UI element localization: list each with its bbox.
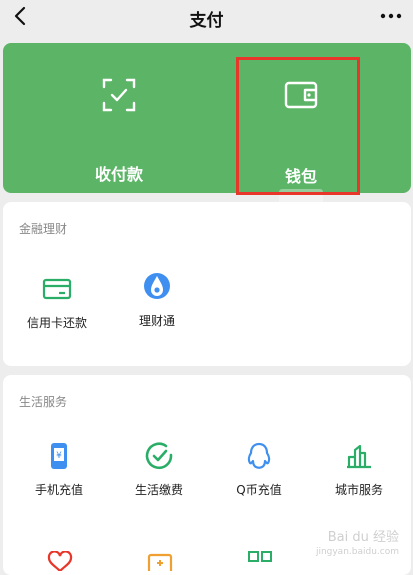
svg-text:¥: ¥ (56, 451, 62, 461)
more-icon[interactable] (379, 6, 403, 26)
licaitong-label: 理财通 (138, 314, 175, 328)
licaitong-item[interactable]: 理财通 (107, 270, 207, 329)
qcoin-recharge-item[interactable]: Q币充值 (209, 441, 309, 498)
city-icon (347, 444, 371, 469)
credit-card-repay-label: 信用卡还款 (26, 316, 87, 330)
watermark: Bai du 经验 jingyan.baidu.com (316, 531, 399, 559)
city-service-label: 城市服务 (334, 483, 383, 497)
heart-icon (47, 551, 73, 571)
utility-payment-label: 生活缴费 (134, 483, 183, 497)
check-leaf-icon (145, 442, 173, 470)
page-title: 支付 (189, 11, 224, 31)
phone-recharge-label: 手机充值 (34, 483, 83, 497)
receive-pay-button[interactable]: 收付款 (17, 43, 221, 193)
top-nav-bar: 支付 (0, 0, 413, 34)
credit-card-repay-item[interactable]: 信用卡还款 (7, 274, 107, 331)
watermark-brand: Bai du 经验 (327, 530, 399, 545)
city-service-item[interactable]: 城市服务 (309, 441, 409, 498)
drop-icon (144, 273, 170, 299)
grid-icon (248, 551, 272, 562)
phone-recharge-item[interactable]: ¥ 手机充值 (9, 441, 109, 498)
section-title-finance: 金融理财 (19, 222, 68, 236)
penguin-icon (247, 442, 271, 469)
highlight-box (236, 57, 360, 195)
section-title-life: 生活服务 (19, 395, 68, 409)
watermark-url: jingyan.baidu.com (315, 547, 399, 557)
utility-payment-item[interactable]: 生活缴费 (109, 441, 209, 498)
credit-card-icon (42, 278, 72, 300)
receive-pay-label: 收付款 (94, 165, 143, 184)
ticket-icon (147, 553, 173, 571)
phone-icon: ¥ (51, 443, 67, 469)
finance-section: 金融理财 信用卡还款 理财通 (3, 202, 411, 366)
qcoin-recharge-label: Q币充值 (236, 483, 282, 497)
scan-frame-icon (102, 78, 136, 112)
